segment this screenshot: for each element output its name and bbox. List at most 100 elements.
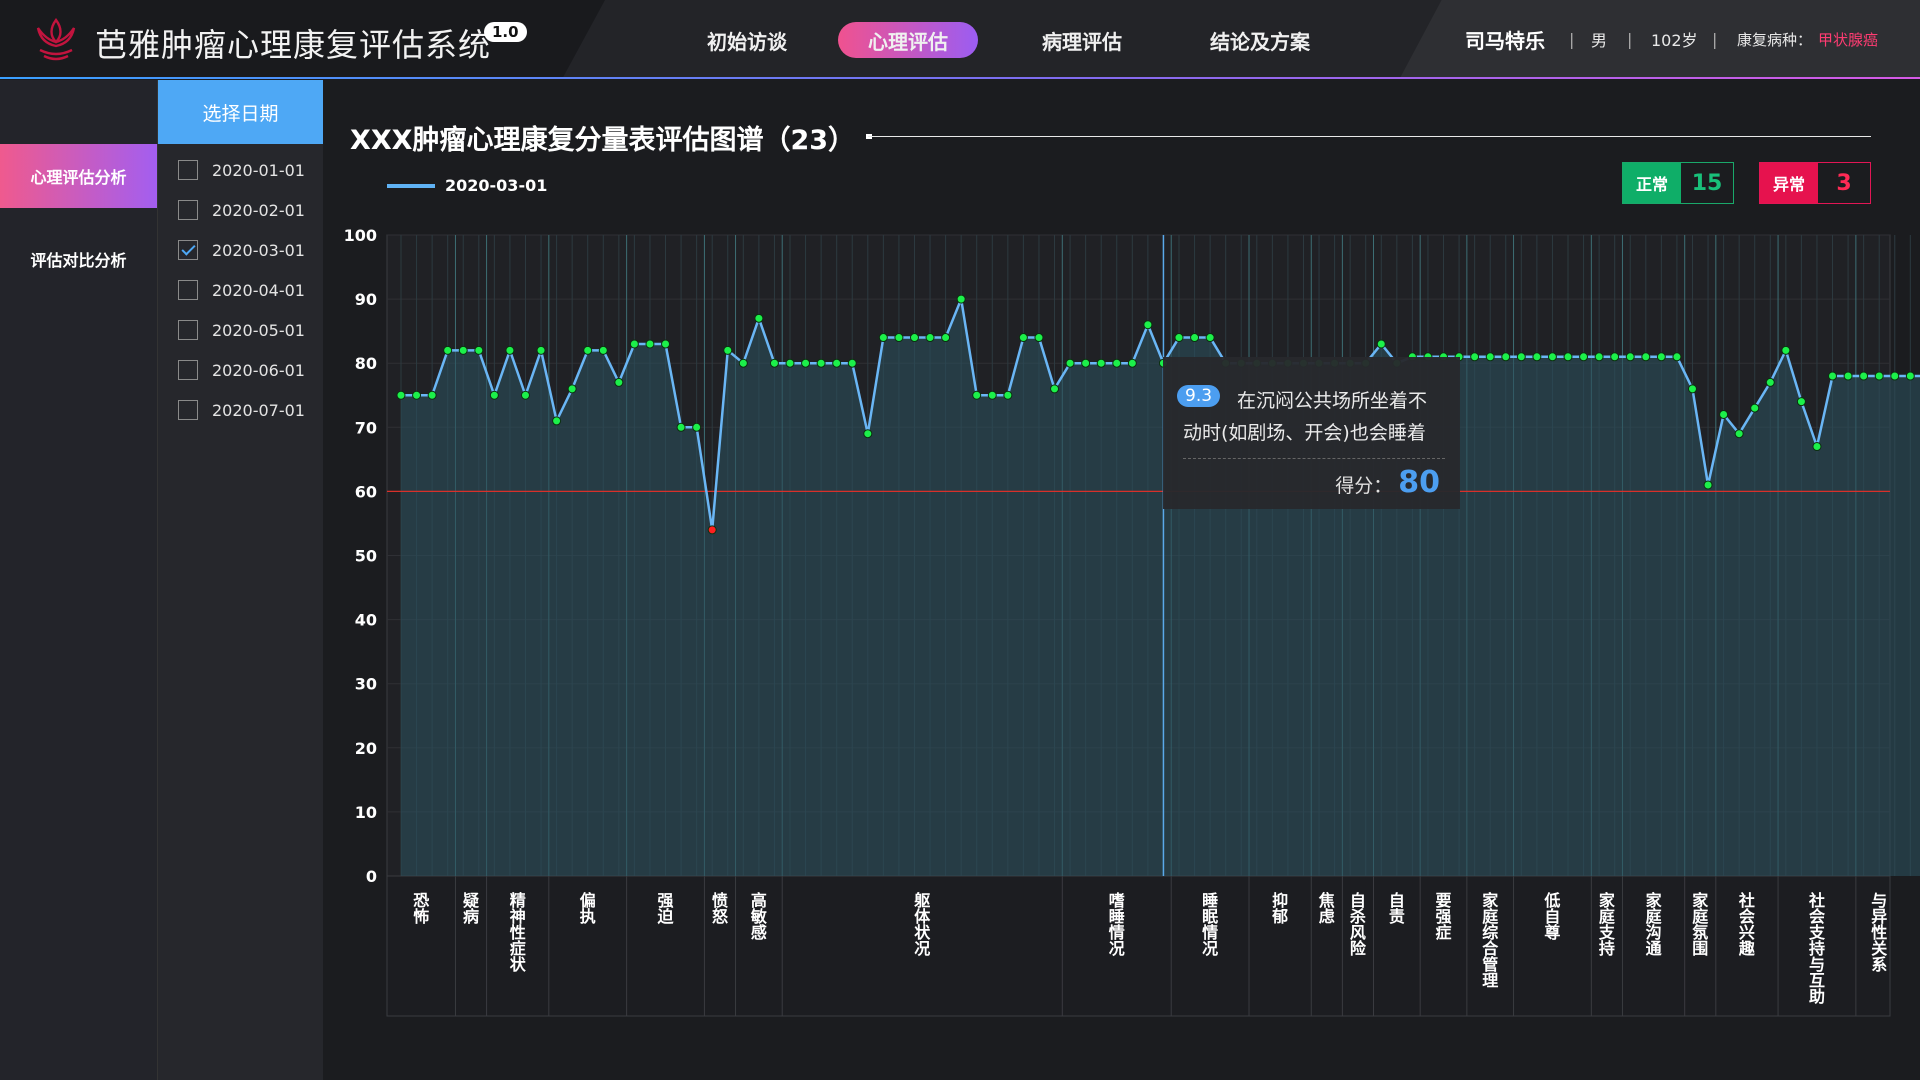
tooltip-score-value: 80 bbox=[1398, 465, 1440, 500]
data-point bbox=[567, 384, 577, 394]
data-point bbox=[832, 358, 842, 368]
data-point bbox=[1501, 352, 1511, 362]
data-point bbox=[1532, 352, 1542, 362]
y-tick-label: 90 bbox=[355, 290, 377, 309]
data-point bbox=[1828, 371, 1838, 381]
category-label: 焦虑 bbox=[1318, 891, 1335, 926]
data-point bbox=[1734, 429, 1744, 439]
data-point bbox=[676, 422, 686, 432]
category-label: 要强症 bbox=[1436, 891, 1452, 942]
category-label: 与异性关系 bbox=[1871, 891, 1887, 974]
data-point bbox=[692, 422, 702, 432]
data-point bbox=[1003, 390, 1013, 400]
data-point bbox=[443, 345, 453, 355]
data-point bbox=[396, 390, 406, 400]
data-point bbox=[769, 358, 779, 368]
category-label: 家庭沟通 bbox=[1646, 891, 1663, 958]
category-label: 家庭支持 bbox=[1598, 891, 1616, 958]
data-point bbox=[1781, 345, 1791, 355]
data-point bbox=[801, 358, 811, 368]
data-point bbox=[1143, 320, 1153, 330]
category-label: 家庭综合管理 bbox=[1482, 891, 1499, 990]
category-label: 强迫 bbox=[657, 891, 675, 926]
data-point bbox=[1890, 371, 1900, 381]
data-point bbox=[816, 358, 826, 368]
data-point bbox=[1096, 358, 1106, 368]
category-label: 精神性症状 bbox=[510, 891, 527, 974]
data-point bbox=[941, 333, 951, 343]
category-label: 自责 bbox=[1389, 891, 1405, 926]
data-point bbox=[1796, 397, 1806, 407]
data-point bbox=[1127, 358, 1137, 368]
data-point bbox=[707, 525, 717, 535]
data-point bbox=[1610, 352, 1620, 362]
data-point bbox=[1812, 442, 1822, 452]
tooltip-score: 得分： 80 bbox=[1335, 465, 1440, 500]
data-point bbox=[1843, 371, 1853, 381]
data-point bbox=[598, 345, 608, 355]
category-label: 恐怖 bbox=[413, 891, 429, 926]
y-tick-label: 70 bbox=[355, 418, 377, 437]
data-point bbox=[1174, 333, 1184, 343]
data-point bbox=[878, 333, 888, 343]
category-label: 抑郁 bbox=[1271, 891, 1288, 926]
data-point bbox=[1641, 352, 1651, 362]
data-point bbox=[474, 345, 484, 355]
data-point bbox=[412, 390, 422, 400]
category-label: 嗜睡情况 bbox=[1109, 891, 1125, 958]
data-point bbox=[1874, 371, 1884, 381]
data-point bbox=[1594, 352, 1604, 362]
data-point bbox=[863, 429, 873, 439]
data-point bbox=[1719, 409, 1729, 419]
data-point bbox=[1765, 377, 1775, 387]
y-tick-label: 0 bbox=[366, 867, 377, 886]
data-point bbox=[1656, 352, 1666, 362]
y-tick-label: 30 bbox=[355, 675, 377, 694]
y-tick-label: 50 bbox=[355, 547, 377, 566]
data-point bbox=[1687, 384, 1697, 394]
data-point bbox=[925, 333, 935, 343]
data-point bbox=[847, 358, 857, 368]
data-point bbox=[583, 345, 593, 355]
y-tick-label: 40 bbox=[355, 611, 377, 630]
category-label: 家庭氛围 bbox=[1692, 891, 1709, 958]
y-tick-label: 60 bbox=[355, 482, 377, 501]
category-label: 社会兴趣 bbox=[1738, 891, 1756, 958]
tooltip-score-label: 得分： bbox=[1335, 475, 1393, 497]
category-label: 睡眠情况 bbox=[1202, 891, 1218, 958]
data-point bbox=[1112, 358, 1122, 368]
category-axis bbox=[386, 875, 1891, 1017]
data-point bbox=[645, 339, 655, 349]
data-point bbox=[427, 390, 437, 400]
data-point bbox=[1703, 480, 1713, 490]
category-label: 躯体状况 bbox=[913, 891, 931, 958]
category-label: 低自尊 bbox=[1543, 891, 1560, 942]
data-point bbox=[1190, 333, 1200, 343]
data-point bbox=[458, 345, 468, 355]
y-tick-label: 80 bbox=[355, 354, 377, 373]
category-label: 自杀风险 bbox=[1350, 891, 1367, 958]
y-tick-label: 20 bbox=[355, 739, 377, 758]
y-tick-label: 100 bbox=[344, 226, 377, 245]
line-chart[interactable]: 0 10 20 30 40 50 60 70 80 90 100 恐怖疑病 精神性症状 偏执 强迫 愤怒 高敏感… bbox=[0, 0, 1920, 1080]
data-point bbox=[1625, 352, 1635, 362]
data-point bbox=[536, 345, 546, 355]
data-point bbox=[1516, 352, 1526, 362]
data-point bbox=[894, 333, 904, 343]
data-point bbox=[489, 390, 499, 400]
data-point bbox=[1563, 352, 1573, 362]
data-point bbox=[1034, 333, 1044, 343]
data-point bbox=[614, 377, 624, 387]
data-point bbox=[1579, 352, 1589, 362]
chart-tooltip: 9.3 在沉闷公共场所坐着不动时(如剧场、开会)也会睡着 得分： 80 bbox=[1163, 357, 1460, 509]
data-point bbox=[1547, 352, 1557, 362]
data-point bbox=[1859, 371, 1869, 381]
data-point bbox=[505, 345, 515, 355]
category-label: 高敏感 bbox=[750, 891, 768, 942]
data-point bbox=[956, 294, 966, 304]
data-point bbox=[1205, 333, 1215, 343]
data-point bbox=[754, 313, 764, 323]
data-point bbox=[785, 358, 795, 368]
data-point bbox=[738, 358, 748, 368]
data-point bbox=[1750, 403, 1760, 413]
